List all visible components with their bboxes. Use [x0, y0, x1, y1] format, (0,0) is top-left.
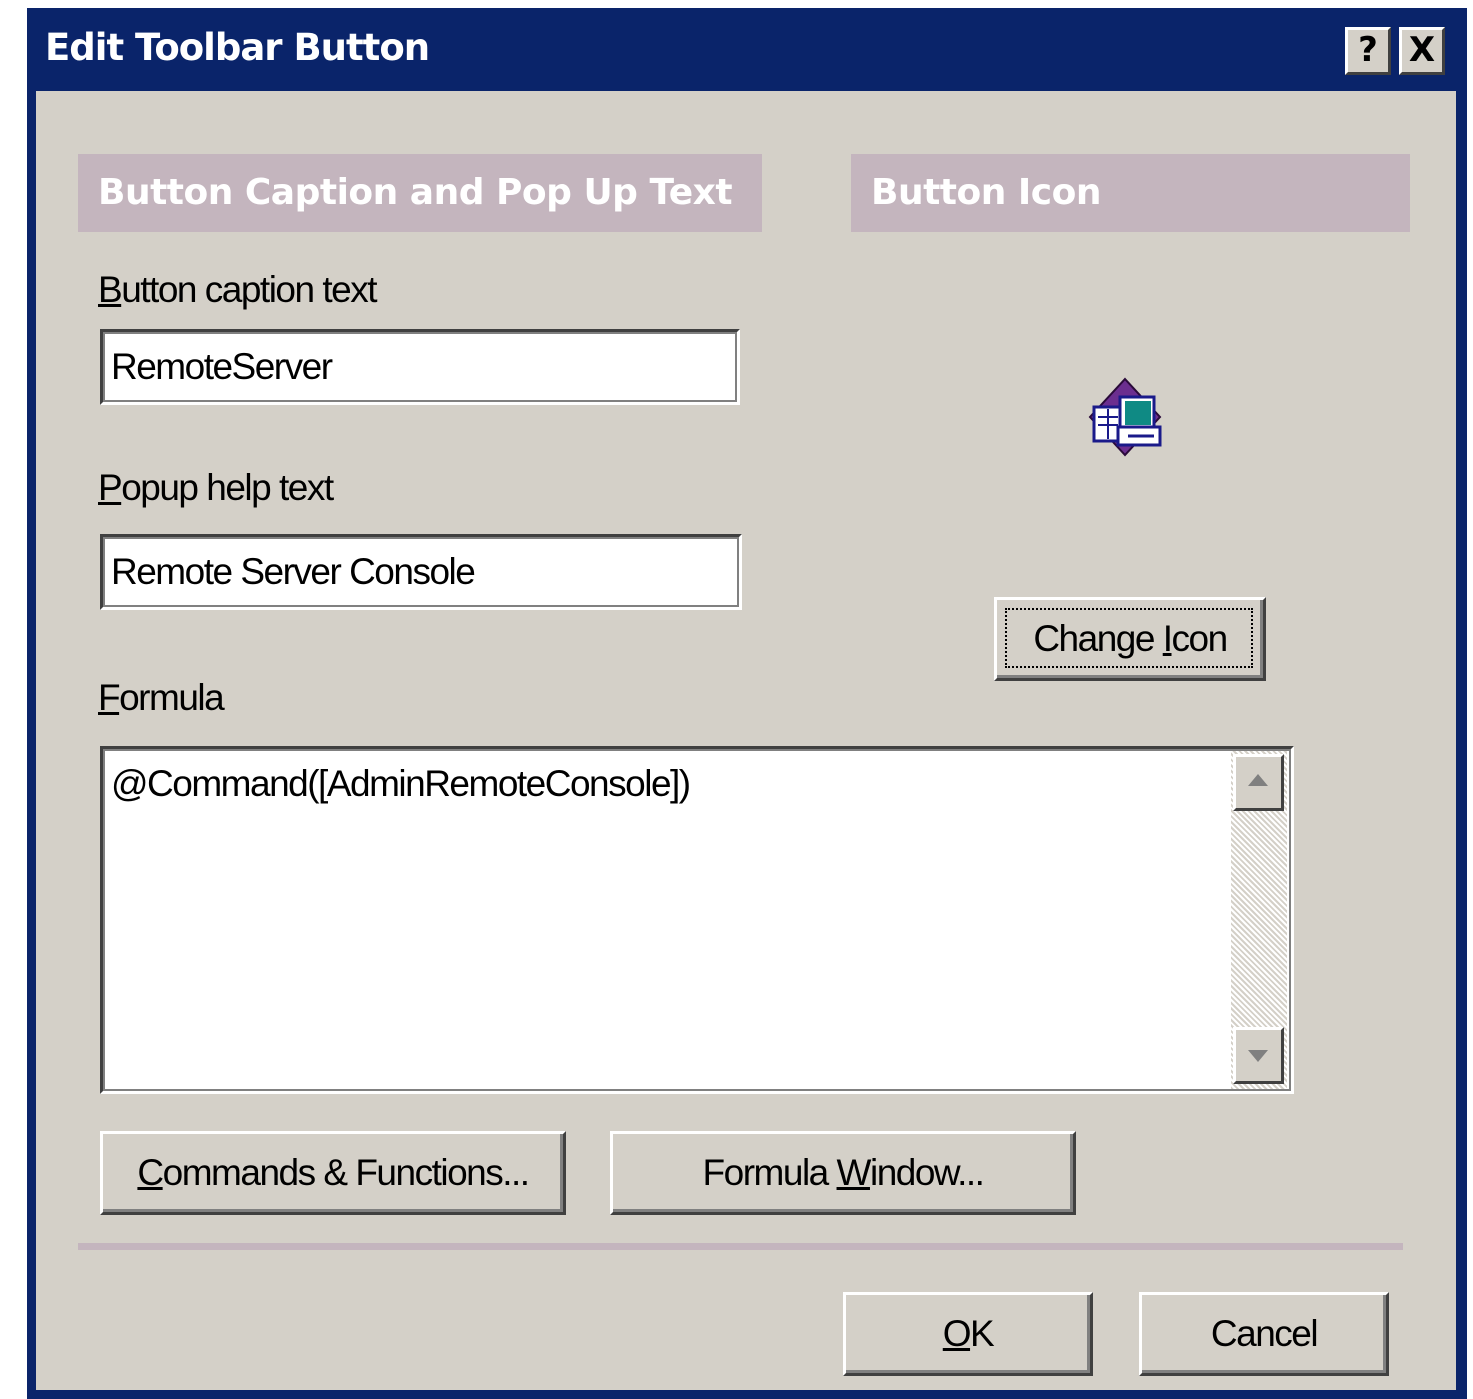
- commands-functions-label: Commands & Functions...: [137, 1152, 530, 1193]
- scroll-up-button[interactable]: [1233, 754, 1284, 811]
- commands-functions-button[interactable]: Commands & Functions...: [100, 1131, 566, 1215]
- title-bar[interactable]: Edit Toolbar Button ? X: [27, 8, 1467, 91]
- window-title: Edit Toolbar Button: [45, 26, 430, 69]
- icon-section-header: Button Icon: [851, 154, 1410, 232]
- close-button[interactable]: X: [1399, 27, 1445, 75]
- separator-line: [78, 1243, 1403, 1250]
- popup-help-input[interactable]: Remote Server Console: [100, 534, 742, 610]
- change-icon-button[interactable]: Change Icon: [994, 597, 1266, 681]
- button-caption-input[interactable]: RemoteServer: [100, 329, 740, 405]
- formula-window-button[interactable]: Formula Window...: [610, 1131, 1076, 1215]
- remote-server-console-icon: [1088, 377, 1163, 457]
- help-button[interactable]: ?: [1345, 27, 1391, 75]
- ok-label: OK: [942, 1313, 995, 1354]
- ok-button[interactable]: OK: [843, 1292, 1093, 1376]
- close-icon: X: [1408, 30, 1436, 70]
- edit-toolbar-button-dialog: Edit Toolbar Button ? X Button Caption a…: [27, 8, 1467, 1399]
- cancel-button[interactable]: Cancel: [1139, 1292, 1389, 1376]
- help-icon: ?: [1358, 30, 1378, 70]
- dialog-body: Button Caption and Pop Up Text Button Ic…: [36, 91, 1456, 1390]
- cancel-label: Cancel: [1210, 1313, 1319, 1354]
- button-caption-label: Button caption text: [98, 269, 377, 310]
- caption-section-header: Button Caption and Pop Up Text: [78, 154, 762, 232]
- scroll-down-arrow-icon: [1248, 1050, 1268, 1062]
- scroll-down-button[interactable]: [1233, 1027, 1284, 1084]
- formula-textarea[interactable]: @Command([AdminRemoteConsole]): [100, 746, 1294, 1094]
- scroll-up-arrow-icon: [1248, 774, 1268, 786]
- formula-text: @Command([AdminRemoteConsole]): [111, 763, 691, 804]
- change-icon-label: Change Icon: [1033, 618, 1228, 659]
- popup-help-label: Popup help text: [98, 467, 334, 508]
- formula-label: Formula: [98, 677, 225, 718]
- formula-window-label: Formula Window...: [702, 1152, 985, 1193]
